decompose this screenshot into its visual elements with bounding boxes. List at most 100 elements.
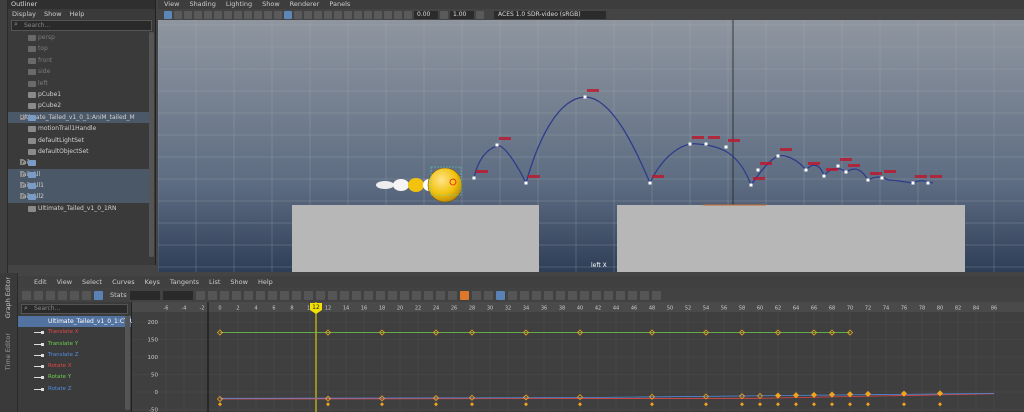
auto-tangent-icon[interactable] <box>243 290 253 300</box>
textured-icon[interactable] <box>294 10 302 19</box>
outliner-item[interactable]: Tail_All1 <box>8 180 149 192</box>
time-editor-icon[interactable] <box>519 290 529 300</box>
motion-blur-icon[interactable] <box>334 10 342 19</box>
ge-menu-show[interactable]: Show <box>230 276 248 288</box>
show-tangents-icon[interactable] <box>555 290 565 300</box>
ge-channel-item[interactable]: Translate X <box>18 327 131 338</box>
viewport-menu-lighting[interactable]: Lighting <box>226 0 252 9</box>
3d-viewport[interactable]: left X <box>158 20 1024 272</box>
tab-graph-editor[interactable]: Graph Editor <box>4 277 12 318</box>
trail-key-marker[interactable] <box>822 174 826 178</box>
ge-channel-item[interactable]: Translate Z <box>18 350 131 361</box>
display-options-icon[interactable] <box>615 290 625 300</box>
free-weight-icon[interactable] <box>351 290 361 300</box>
tab-time-editor[interactable]: Time Editor <box>4 333 12 370</box>
trail-key-marker[interactable] <box>866 178 870 182</box>
backface-icon[interactable] <box>394 10 402 19</box>
key-stats-icon[interactable] <box>579 290 589 300</box>
resolution-gate-icon[interactable] <box>224 10 232 19</box>
outliner-item[interactable]: Tail <box>8 157 149 168</box>
outliner-menu-help[interactable]: Help <box>70 9 85 19</box>
ge-menu-select[interactable]: Select <box>82 276 102 288</box>
anti-aliasing-icon[interactable] <box>344 10 352 19</box>
image-plane-icon[interactable] <box>194 10 202 19</box>
retime-icon[interactable] <box>70 290 79 300</box>
unify-tangent-icon[interactable] <box>339 290 349 300</box>
denormalize-icon[interactable] <box>483 290 493 300</box>
gamma-field[interactable]: 1.00 <box>450 10 474 19</box>
shadows-icon[interactable] <box>314 10 322 19</box>
spline-tangent-icon[interactable] <box>255 290 265 300</box>
ge-menu-help[interactable]: Help <box>258 276 273 288</box>
outliner-search-input[interactable]: Search... <box>11 20 152 31</box>
trail-key-marker[interactable] <box>583 95 587 99</box>
trail-key-marker[interactable] <box>756 168 760 172</box>
expand-icon[interactable] <box>20 194 25 200</box>
outliner-item[interactable]: side <box>8 66 149 77</box>
isolate-curve-icon[interactable] <box>543 290 553 300</box>
outliner-item[interactable]: pCube1 <box>8 89 149 100</box>
viewport-menu-renderer[interactable]: Renderer <box>290 0 320 9</box>
expand-icon[interactable] <box>20 114 25 120</box>
frame-selection-icon[interactable] <box>207 290 217 300</box>
ge-menu-tangents[interactable]: Tangents <box>170 276 199 288</box>
ge-menu-edit[interactable]: Edit <box>34 276 47 288</box>
trail-key-marker[interactable] <box>911 181 915 185</box>
cycle-icon[interactable] <box>399 290 409 300</box>
trail-key-marker[interactable] <box>844 170 848 174</box>
lattice-deform-icon[interactable] <box>46 290 55 300</box>
frame-all-icon[interactable] <box>195 290 205 300</box>
trail-key-marker[interactable] <box>724 145 728 149</box>
lights-icon[interactable] <box>304 10 312 19</box>
center-current-icon[interactable] <box>231 290 241 300</box>
stats-time-field[interactable] <box>129 290 160 300</box>
outliner-scrollbar[interactable] <box>149 32 154 257</box>
flat-tangent-icon[interactable] <box>291 290 301 300</box>
wireframe-icon[interactable] <box>264 10 272 19</box>
outliner-item[interactable]: Ultimate_Tailed_v1_0_1RN <box>8 203 149 214</box>
exposure-icon[interactable] <box>404 10 412 19</box>
ge-menu-curves[interactable]: Curves <box>112 276 135 288</box>
viewport-menu-show[interactable]: Show <box>262 0 280 9</box>
bookmark-icon[interactable] <box>184 10 192 19</box>
grid-snap-icon[interactable] <box>82 290 91 300</box>
ge-channel-item[interactable]: Rotate Z <box>18 384 131 395</box>
ge-root-node[interactable]: Ultimate_Tailed_v1_0_1:CTR <box>18 316 132 328</box>
trail-key-marker[interactable] <box>495 143 499 147</box>
outliner-item[interactable]: Tail_All <box>8 168 149 181</box>
outliner-item[interactable]: pCube2 <box>8 100 149 111</box>
viewport-menu-panels[interactable]: Panels <box>329 0 350 9</box>
break-tangent-icon[interactable] <box>327 290 337 300</box>
camera-attributes-icon[interactable] <box>174 10 182 19</box>
gamma-icon[interactable] <box>440 10 448 19</box>
auto-frame-icon[interactable] <box>459 290 469 300</box>
trail-key-marker[interactable] <box>749 183 753 187</box>
curve-color-icon[interactable] <box>627 290 637 300</box>
field-chart-icon[interactable] <box>244 10 252 19</box>
viewport-menu-shading[interactable]: Shading <box>189 0 215 9</box>
ge-search-input[interactable]: Search... <box>21 304 128 314</box>
normalize-icon[interactable] <box>471 290 481 300</box>
ge-channel-item[interactable]: Rotate X <box>18 361 131 372</box>
xray-icon[interactable] <box>374 10 382 19</box>
outliner-item[interactable]: Ultimate_Tailed_v1_0_1:AniM_tailed_M <box>8 111 149 124</box>
stats-value-field[interactable] <box>162 290 193 300</box>
film-gate-icon[interactable] <box>214 10 222 19</box>
smooth-shade-icon[interactable] <box>274 10 282 19</box>
step-tangent-icon[interactable] <box>303 290 313 300</box>
color-space-dropdown[interactable]: ACES 1.0 SDR-video (sRGB) <box>494 10 606 19</box>
outliner-menu-display[interactable]: Display <box>12 9 36 19</box>
ge-channel-item[interactable]: Rotate Y <box>18 372 131 383</box>
constant-infinity-icon[interactable] <box>447 290 457 300</box>
euler-filter-icon[interactable] <box>603 290 613 300</box>
swap-buffer-icon[interactable] <box>387 290 397 300</box>
oscillate-icon[interactable] <box>423 290 433 300</box>
expand-icon[interactable] <box>20 160 25 166</box>
wireframe-on-shaded-icon[interactable] <box>284 10 292 19</box>
trail-key-marker[interactable] <box>688 142 692 146</box>
trail-key-marker[interactable] <box>524 181 528 185</box>
trail-key-marker[interactable] <box>880 176 884 180</box>
trail-key-marker[interactable] <box>804 168 808 172</box>
linear-infinity-icon[interactable] <box>435 290 445 300</box>
select-camera-icon[interactable] <box>164 10 172 19</box>
